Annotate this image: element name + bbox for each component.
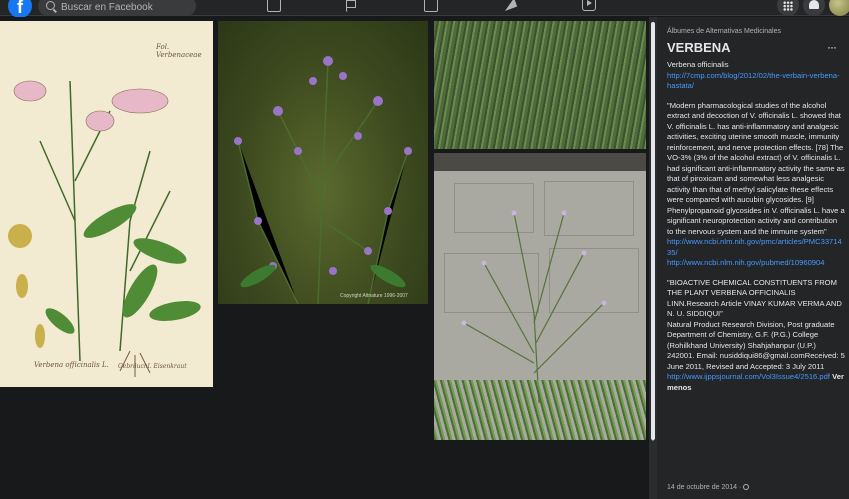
verbena-flower-photo[interactable]: Copyright Altnature 1996-2007 (218, 21, 428, 304)
illustration-caption-bottom2: Gebräuchl. Eisenkraut (118, 363, 187, 370)
notifications-button[interactable] (803, 0, 825, 16)
post-date-text: 14 de octubre de 2014 · (667, 484, 742, 491)
photo-watermark: Copyright Altnature 1996-2007 (340, 293, 408, 299)
menu-grid-icon (783, 1, 793, 11)
facebook-logo[interactable]: f (8, 0, 32, 18)
weeds (434, 380, 646, 440)
flower-drawing (234, 56, 412, 304)
video-icon[interactable] (582, 0, 596, 11)
avatar[interactable] (829, 0, 849, 16)
description-paragraph-1: Verbena officinalis http://7cmp.com/blog… (667, 60, 845, 92)
verbena-field-photo[interactable] (434, 21, 646, 149)
study-quote: "Modern pharmacological studies of the a… (667, 100, 845, 236)
source-link-1[interactable]: http://7cmp.com/blog/2012/02/the-verbain… (667, 71, 840, 91)
more-options-button[interactable]: ··· (827, 40, 837, 54)
article-title: "BIOACTIVE CHEMICAL CONSTITUENTS FROM TH… (667, 277, 842, 319)
top-bar: f Buscar en Facebook (0, 0, 849, 18)
scroll-down-arrow-icon[interactable]: ▼ (649, 437, 657, 443)
search-placeholder: Buscar en Facebook (61, 2, 153, 13)
description-paragraph-3: "BIOACTIVE CHEMICAL CONSTITUENTS FROM TH… (667, 278, 845, 394)
menu-button[interactable] (777, 0, 799, 16)
bell-icon (809, 0, 819, 9)
botanical-illustration[interactable]: Fol. Verbenaceae Verbena officinalis L. … (0, 21, 213, 387)
illustration-caption-top: Fol. Verbenaceae (156, 43, 202, 59)
verbena-pavement-photo[interactable] (434, 153, 646, 440)
stats-icon[interactable] (424, 0, 438, 12)
source-link-3[interactable]: http://www.ncbi.nlm.nih.gov/pubmed/10960… (667, 258, 824, 267)
home-icon[interactable] (267, 0, 281, 12)
illustration-caption-bottom: Verbena officinalis L. (34, 361, 109, 369)
globe-icon (743, 484, 750, 490)
post-date[interactable]: 14 de octubre de 2014 · (667, 484, 750, 491)
search-input[interactable]: Buscar en Facebook (38, 0, 196, 16)
photo-description: Verbena officinalis http://7cmp.com/blog… (667, 60, 845, 402)
species-name: Verbena officinalis (667, 60, 729, 69)
source-link-2[interactable]: http://www.ncbi.nlm.nih.gov/pmc/articles… (667, 237, 842, 257)
article-details: Natural Product Research Division, Post … (667, 319, 845, 371)
photo-viewer: Fol. Verbenaceae Verbena officinalis L. … (0, 17, 657, 499)
source-link-4[interactable]: http://www.ijppsjournal.com/Vol3Issue4/2… (667, 372, 830, 381)
description-paragraph-2: "Modern pharmacological studies of the a… (667, 101, 845, 269)
megaphone-icon[interactable] (503, 0, 516, 12)
page-title: VERBENA (667, 40, 731, 55)
flag-icon[interactable] (346, 0, 356, 12)
illustration-drawing (8, 80, 201, 377)
album-link[interactable]: Álbumes de Alternativas Medicinales (667, 28, 781, 35)
search-icon (46, 1, 55, 10)
scrollbar-thumb[interactable] (651, 22, 655, 440)
